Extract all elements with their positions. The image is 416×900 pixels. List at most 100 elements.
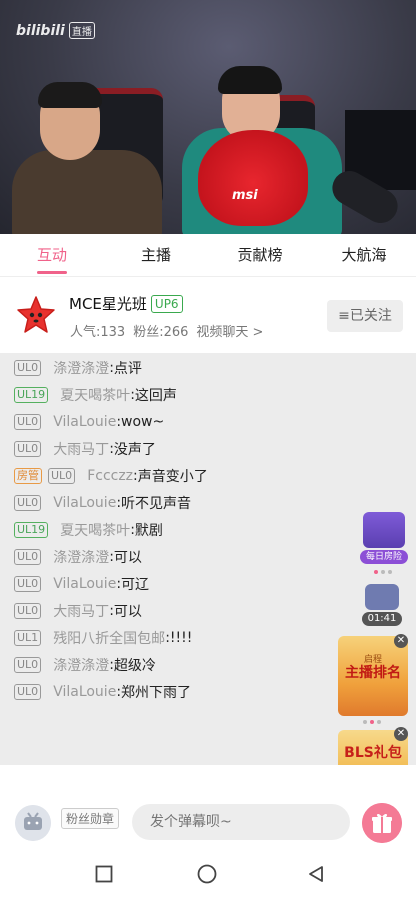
recent-apps-icon[interactable] xyxy=(95,865,113,883)
chat-message: UL1 残阳八折全国包邮: !!!! xyxy=(14,628,192,648)
home-icon[interactable] xyxy=(197,864,217,884)
live-video-player[interactable]: msi bilibili 直播 xyxy=(0,0,416,234)
carousel-dots xyxy=(363,720,381,724)
tab-anchor[interactable]: 主播 xyxy=(104,234,208,276)
chat-username[interactable]: 夏天喝茶叶 xyxy=(60,385,130,405)
room-tabs: 互动 主播 贡献榜 大航海 xyxy=(0,234,416,277)
chat-message: UL0 涤澄涤澄: 超级冷 xyxy=(14,655,156,675)
popularity-count: 人气:133 xyxy=(70,325,126,340)
timer-countdown: 01:41 xyxy=(362,612,402,626)
chat-username[interactable]: 大雨马丁 xyxy=(53,439,109,459)
chat-text: 这回声 xyxy=(134,388,177,404)
anchor-avatar-star-icon[interactable] xyxy=(15,294,57,336)
silver-box-icon xyxy=(365,584,399,610)
chat-username[interactable]: 夏天喝茶叶 xyxy=(60,520,130,540)
msi-logo: msi xyxy=(232,188,258,203)
danmaku-input[interactable] xyxy=(132,804,350,840)
fan-medal-button[interactable]: 粉丝勋章 xyxy=(61,808,120,829)
chat-username[interactable]: 涤澄涤澄 xyxy=(53,655,109,675)
tab-guard[interactable]: 大航海 xyxy=(312,234,416,276)
followed-button[interactable]: ≡已关注 xyxy=(327,300,403,332)
chat-message: UL0 VilaLouie: 听不见声音 xyxy=(14,493,191,513)
chat-text: 默剧 xyxy=(134,523,163,539)
chat-message: UL0 VilaLouie: 郑州下雨了 xyxy=(14,682,191,702)
carousel-dot xyxy=(377,720,381,724)
bilibili-logo-text: bilibili xyxy=(16,22,65,39)
chat-username[interactable]: 大雨马丁 xyxy=(53,601,109,621)
anchor-name-row: MCE星光班 UP6 xyxy=(69,293,183,314)
user-level-badge: UL0 xyxy=(14,657,42,673)
carousel-dot xyxy=(381,570,385,574)
close-icon[interactable]: ✕ xyxy=(394,727,408,741)
carousel-dot xyxy=(388,570,392,574)
chat-username[interactable]: VilaLouie xyxy=(53,576,116,592)
anchor-name[interactable]: MCE星光班 xyxy=(69,293,147,314)
carousel-dot xyxy=(374,570,378,574)
anchor-stats: 人气:133 粉丝:266 视频聊天 > xyxy=(70,321,263,340)
daily-box-widget[interactable]: 每日房险 xyxy=(360,512,408,566)
user-level-badge: UL0 xyxy=(14,441,42,457)
gift-icon[interactable] xyxy=(362,803,402,843)
chat-text: 超级冷 xyxy=(113,658,156,674)
room-category-link[interactable]: 视频聊天 > xyxy=(196,321,263,340)
bilibili-tv-icon[interactable] xyxy=(15,805,51,841)
timer-box-widget[interactable]: 01:41 xyxy=(362,584,402,628)
tab-interaction[interactable]: 互动 xyxy=(0,234,104,276)
chat-text: 听不见声音 xyxy=(121,496,192,512)
chat-username[interactable]: 涤澄涤澄 xyxy=(53,358,109,378)
chat-text: 可辽 xyxy=(121,577,150,593)
user-level-badge: UL0 xyxy=(14,549,42,565)
chat-username[interactable]: VilaLouie xyxy=(53,684,116,700)
room-admin-badge: 房管 xyxy=(14,468,42,484)
user-level-badge: UL19 xyxy=(14,387,49,403)
daily-box-label: 每日房险 xyxy=(360,550,408,564)
chat-text: 可以 xyxy=(113,550,142,566)
bls-gift-label: BLS礼包 xyxy=(344,745,402,761)
user-level-badge: UL0 xyxy=(14,360,42,376)
user-level-badge: UL0 xyxy=(14,603,42,619)
live-label: 直播 xyxy=(68,22,95,39)
rank-banner-title: 主播排名 xyxy=(345,665,401,681)
chat-message: UL19 夏天喝茶叶: 默剧 xyxy=(14,520,163,540)
chat-text: 郑州下雨了 xyxy=(121,685,192,701)
chat-username[interactable]: 残阳八折全国包邮 xyxy=(53,628,165,648)
user-level-badge: UL0 xyxy=(14,684,42,700)
back-icon[interactable] xyxy=(307,865,325,883)
chat-message: UL0 大雨马丁: 没声了 xyxy=(14,439,156,459)
carousel-dot xyxy=(370,720,374,724)
chat-message: UL0 VilaLouie: 可辽 xyxy=(14,574,149,594)
chat-text: 点评 xyxy=(113,361,142,377)
chat-username[interactable]: VilaLouie xyxy=(53,414,116,430)
chat-message: 房管 UL0 Fccczz: 声音变小了 xyxy=(14,466,208,486)
treasure-box-icon xyxy=(363,512,405,548)
chat-text: 声音变小了 xyxy=(137,469,208,485)
fans-count: 粉丝:266 xyxy=(133,325,189,340)
tab-contribution-rank[interactable]: 贡献榜 xyxy=(208,234,312,276)
user-level-badge: UL0 xyxy=(14,576,42,592)
anchor-info-bar: MCE星光班 UP6 人气:133 粉丝:266 视频聊天 > ≡已关注 xyxy=(0,277,416,353)
bottom-input-bar: 粉丝勋章 xyxy=(0,765,416,851)
chat-message: UL19 夏天喝茶叶: 这回声 xyxy=(14,385,177,405)
chat-username[interactable]: VilaLouie xyxy=(53,495,116,511)
user-level-badge: UL19 xyxy=(14,522,49,538)
chat-message: UL0 涤澄涤澄: 可以 xyxy=(14,547,142,567)
streamer-left-body xyxy=(12,150,162,234)
close-icon[interactable]: ✕ xyxy=(394,634,408,648)
bilibili-live-logo: bilibili 直播 xyxy=(16,22,95,39)
chat-text: 没声了 xyxy=(113,442,156,458)
carousel-dots xyxy=(374,570,392,574)
chat-username[interactable]: Fccczz xyxy=(87,468,133,484)
chat-username[interactable]: 涤澄涤澄 xyxy=(53,547,109,567)
chat-message: UL0 涤澄涤澄: 点评 xyxy=(14,358,142,378)
anchor-rank-banner[interactable]: 启程 主播排名 xyxy=(338,636,408,716)
chat-text: 可以 xyxy=(113,604,142,620)
chat-text: wow~ xyxy=(121,414,165,430)
chat-message: UL0 大雨马丁: 可以 xyxy=(14,601,142,621)
user-level-badge: UL0 xyxy=(48,468,76,484)
chat-message: UL0 VilaLouie: wow~ xyxy=(14,412,164,432)
streamer-right-hair xyxy=(218,66,282,94)
user-level-badge: UL0 xyxy=(14,414,42,430)
user-level-badge: UL1 xyxy=(14,630,42,646)
carousel-dot xyxy=(363,720,367,724)
streamer-left-hair xyxy=(38,82,102,108)
